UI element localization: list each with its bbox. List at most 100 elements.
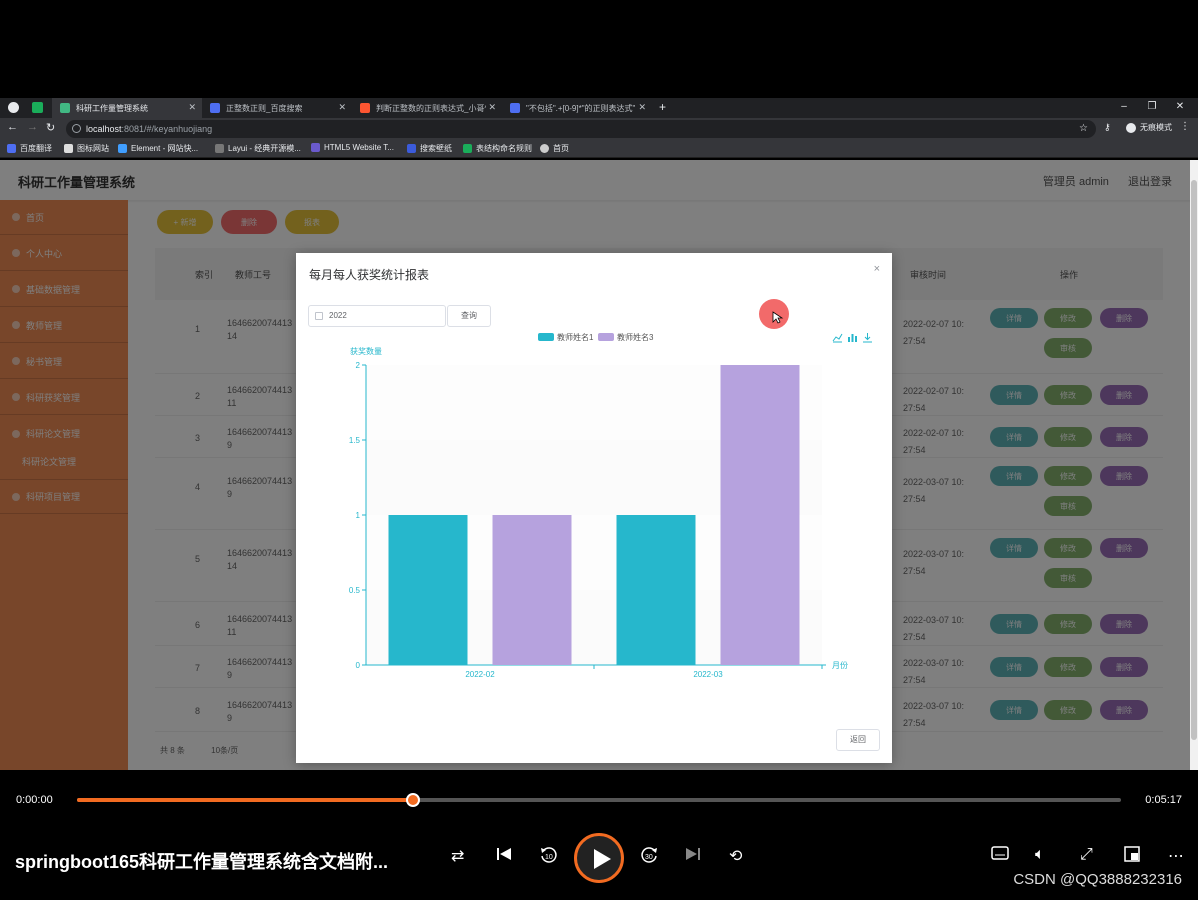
seek-handle[interactable]: [406, 793, 421, 807]
bar-1-2022-02: [388, 515, 468, 665]
baidu-icon: [210, 103, 220, 113]
y-tick-label: 0.5: [349, 586, 361, 595]
fullscreen-icon[interactable]: ⤢: [1080, 846, 1093, 864]
bar-2-2022-02: [492, 515, 572, 665]
reload-icon[interactable]: ↻: [46, 121, 55, 134]
bookmark-label: 首页: [553, 144, 569, 153]
baidu-icon: [510, 103, 520, 113]
folder-icon: [64, 144, 73, 153]
scrollbar-thumb[interactable]: [1191, 180, 1197, 740]
total-time: 0:05:17: [1145, 794, 1182, 806]
bar-1-2022-03: [616, 515, 696, 665]
bookmark-label: Layui - 经典开源模...: [228, 144, 301, 153]
browser-tab-bar: 科研工作量管理系统 ✕ 正整数正则_百度搜索 ✕ 判断正整数的正则表达式_小哥^…: [0, 98, 1198, 118]
legend-swatch: [598, 333, 614, 341]
play-button[interactable]: [574, 833, 624, 883]
tab-group-icon[interactable]: [32, 102, 43, 113]
y-axis-title: 获奖数量: [350, 346, 382, 356]
vue-icon: [60, 103, 70, 113]
svg-text:10: 10: [545, 854, 553, 861]
bookmark[interactable]: 图标网站: [64, 143, 109, 154]
mouse-cursor-icon: [772, 311, 784, 324]
tab[interactable]: 判断正整数的正则表达式_小哥^_ ✕: [352, 98, 502, 118]
tab-active[interactable]: 科研工作量管理系统 ✕: [52, 98, 202, 118]
legend-swatch: [538, 333, 554, 341]
volume-icon[interactable]: 🔈︎: [1035, 846, 1045, 864]
chart-toolbox: [832, 330, 877, 348]
next-icon[interactable]: [685, 846, 701, 867]
bookmark[interactable]: 表结构命名规则: [463, 143, 532, 154]
tab-label: "不包括".+[0-9]*"的正则表达式": [526, 103, 636, 113]
incognito-indicator[interactable]: 无痕模式: [1126, 122, 1172, 133]
incognito-icon: [1126, 122, 1136, 133]
report-dialog: 每月每人获奖统计报表 × 2022 查询 0 0.5 1 1.5 2 获奖数量 月份 2022…: [296, 253, 892, 763]
window-controls: – ❐ ✕: [1110, 98, 1194, 118]
wallpaper-icon: [407, 144, 416, 153]
address-bar: ← → ↻ localhost:8081/#/keyanhuojiang ☆ ⚷…: [0, 118, 1198, 140]
x-tick-label: 2022-03: [693, 670, 723, 679]
bookmarks-bar: 百度翻译 图标网站 Element - 网站快... Layui - 经典开源模…: [0, 140, 1198, 158]
forward-icon[interactable]: →: [27, 121, 38, 133]
bookmark[interactable]: Element - 网站快...: [118, 143, 198, 154]
bar-chart-icon[interactable]: [847, 330, 858, 348]
previous-icon[interactable]: [496, 846, 512, 867]
close-icon[interactable]: ×: [874, 263, 880, 275]
picture-in-picture-icon[interactable]: [1124, 846, 1140, 867]
url-field[interactable]: localhost:8081/#/keyanhuojiang ☆: [66, 120, 1096, 138]
bookmark-label: 搜索壁纸: [420, 144, 452, 153]
close-icon[interactable]: ✕: [638, 102, 646, 113]
element-icon: [118, 144, 127, 153]
legend-label: 教师姓名3: [617, 332, 654, 342]
more-options-icon[interactable]: ⋯: [1168, 846, 1184, 866]
shuffle-icon[interactable]: ⇄: [451, 846, 464, 866]
minimize-icon[interactable]: –: [1110, 98, 1138, 118]
line-chart-icon[interactable]: [832, 330, 843, 348]
star-icon[interactable]: ☆: [1079, 120, 1088, 138]
bookmark[interactable]: HTML5 Website T...: [311, 143, 394, 152]
browser-menu-dots-icon[interactable]: ⋮: [1180, 121, 1190, 132]
y-tick-label: 1: [356, 511, 361, 520]
forward-30-icon[interactable]: 30: [641, 846, 659, 869]
csdn-watermark: CSDN @QQ3888232316: [1013, 871, 1182, 888]
x-axis-title: 月份: [832, 660, 848, 670]
bookmark[interactable]: 百度翻译: [7, 143, 52, 154]
new-tab-button[interactable]: +: [659, 100, 666, 114]
seek-bar[interactable]: [77, 793, 1121, 807]
rewind-10-icon[interactable]: 10: [539, 846, 557, 869]
tab-label: 正整数正则_百度搜索: [226, 103, 303, 113]
url-path: :8081/#/keyanhuojiang: [121, 124, 213, 134]
bookmark[interactable]: Layui - 经典开源模...: [215, 143, 301, 154]
bookmark[interactable]: 搜索壁纸: [407, 143, 452, 154]
bookmark[interactable]: 首页: [540, 143, 569, 154]
url-host: localhost: [86, 124, 122, 134]
dialog-title: 每月每人获奖统计报表: [309, 268, 430, 282]
tab[interactable]: "不包括".+[0-9]*"的正则表达式" ✕: [502, 98, 652, 118]
bookmark-label: HTML5 Website T...: [324, 143, 394, 152]
bookmark-label: 表结构命名规则: [476, 144, 532, 153]
download-icon[interactable]: [862, 330, 873, 348]
page-scrollbar[interactable]: [1190, 160, 1198, 770]
close-icon[interactable]: ✕: [488, 102, 496, 113]
screen: 科研工作量管理系统 ✕ 正整数正则_百度搜索 ✕ 判断正整数的正则表达式_小哥^…: [0, 0, 1198, 900]
bookmark-label: 图标网站: [77, 144, 109, 153]
return-button[interactable]: 返回: [836, 729, 880, 751]
close-icon[interactable]: ✕: [338, 102, 346, 113]
year-value: 2022: [329, 311, 347, 320]
tab[interactable]: 正整数正则_百度搜索 ✕: [202, 98, 352, 118]
svg-text:30: 30: [645, 854, 653, 861]
subtitles-icon[interactable]: [991, 846, 1009, 865]
close-icon[interactable]: ✕: [188, 102, 196, 113]
bookmark-label: 百度翻译: [20, 144, 52, 153]
close-window-icon[interactable]: ✕: [1166, 98, 1194, 118]
y-tick-label: 0: [356, 661, 361, 670]
bookmark-label: Element - 网站快...: [131, 144, 199, 153]
browser-menu-icon[interactable]: [8, 102, 19, 113]
calendar-icon: [315, 312, 323, 320]
tab-label: 科研工作量管理系统: [76, 103, 148, 113]
key-icon[interactable]: ⚷: [1104, 122, 1111, 133]
loop-off-icon[interactable]: ⟲: [729, 846, 742, 866]
layui-icon: [215, 144, 224, 153]
restore-icon[interactable]: ❐: [1138, 98, 1166, 118]
back-icon[interactable]: ←: [7, 121, 18, 133]
video-title: springboot165科研工作量管理系统含文档附...: [15, 852, 389, 872]
